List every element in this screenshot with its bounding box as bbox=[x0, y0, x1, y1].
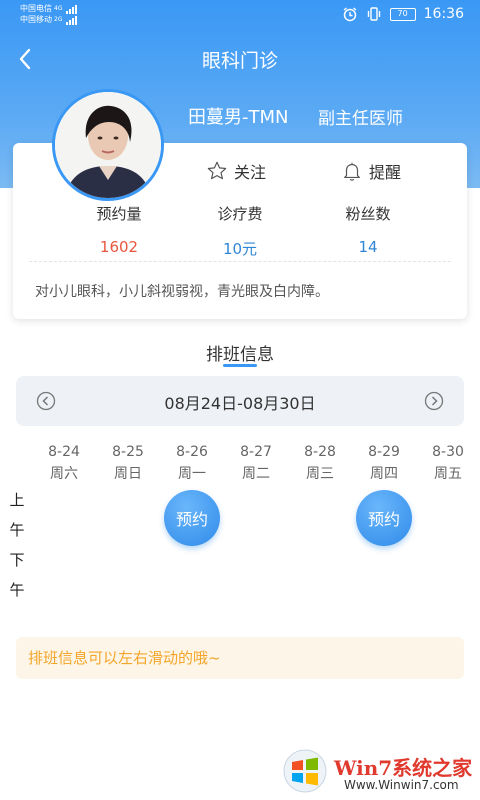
morning-label: 上 午 bbox=[8, 485, 26, 545]
stat-value: 1602 bbox=[99, 238, 139, 256]
week-selector: 08月24日-08月30日 bbox=[16, 376, 464, 426]
day-column-header: 8-26 周一 bbox=[167, 441, 217, 485]
stat-label: 粉丝数 bbox=[345, 205, 391, 223]
windows-logo-icon bbox=[283, 749, 327, 793]
day-column-header: 8-24 周六 bbox=[39, 441, 89, 485]
stat-label: 预约量 bbox=[96, 205, 142, 223]
network-type-2: 2G bbox=[54, 16, 63, 23]
carrier-1: 中国电信 bbox=[20, 4, 52, 13]
doctor-avatar bbox=[52, 89, 164, 201]
stat-value: 14 bbox=[358, 238, 378, 256]
stat-appointments: 预约量 1602 bbox=[64, 203, 174, 256]
day-column-header: 8-28 周三 bbox=[295, 441, 345, 485]
remind-button[interactable]: 提醒 bbox=[341, 159, 401, 183]
status-bar: 中国电信 4G 中国移动 2G 70 16:36 bbox=[0, 0, 480, 30]
page-title: 眼科门诊 bbox=[201, 50, 278, 72]
morning-char: 午 bbox=[9, 521, 25, 539]
site-watermark: Win7系统之家 Www.Winwin7.com bbox=[282, 746, 480, 800]
chevron-right-circle-icon bbox=[424, 391, 444, 411]
day-date: 8-27 bbox=[240, 444, 272, 460]
card-divider bbox=[29, 261, 451, 262]
alarm-icon bbox=[343, 7, 357, 22]
follow-button[interactable]: 关注 bbox=[206, 159, 266, 183]
day-weekday: 周一 bbox=[178, 466, 206, 482]
doctor-name: 田蔓男-TMN bbox=[188, 107, 289, 128]
day-date: 8-28 bbox=[304, 444, 336, 460]
next-week-button[interactable] bbox=[424, 391, 444, 415]
watermark-brand: Win7系统之家 bbox=[334, 756, 473, 780]
signal-1-icon bbox=[66, 3, 78, 14]
carrier-2: 中国移动 bbox=[20, 15, 52, 24]
carrier-info: 中国电信 4G 中国移动 2G bbox=[20, 3, 78, 25]
status-right: 70 16:36 bbox=[334, 6, 464, 22]
day-weekday: 周日 bbox=[114, 466, 142, 482]
watermark-url: Www.Winwin7.com bbox=[344, 778, 459, 792]
stat-fee: 诊疗费 10元 bbox=[185, 203, 295, 259]
vibrate-icon bbox=[367, 7, 380, 21]
day-date: 8-24 bbox=[48, 444, 80, 460]
week-range: 08月24日-08月30日 bbox=[164, 394, 316, 413]
bell-icon bbox=[344, 162, 360, 181]
day-weekday: 周三 bbox=[306, 466, 334, 482]
day-date: 8-26 bbox=[176, 444, 208, 460]
day-column-header: 8-29 周四 bbox=[359, 441, 409, 485]
day-weekday: 周六 bbox=[50, 466, 78, 482]
day-column-header: 8-30 周五 bbox=[423, 441, 473, 485]
status-time: 16:36 bbox=[423, 6, 464, 22]
day-date: 8-25 bbox=[112, 444, 144, 460]
afternoon-char: 下 bbox=[9, 551, 25, 569]
schedule-title-underline bbox=[223, 364, 257, 367]
morning-char: 上 bbox=[9, 491, 25, 509]
stat-value: 10元 bbox=[222, 240, 258, 258]
day-date: 8-29 bbox=[368, 444, 400, 460]
scroll-tip: 排班信息可以左右滑动的哦~ bbox=[16, 637, 464, 679]
star-icon bbox=[207, 161, 227, 180]
stat-label: 诊疗费 bbox=[217, 205, 263, 223]
battery-indicator: 70 bbox=[389, 7, 416, 21]
follow-label: 关注 bbox=[234, 163, 267, 182]
network-type-1: 4G bbox=[54, 5, 63, 12]
day-weekday: 周二 bbox=[242, 466, 270, 482]
day-column-header: 8-27 周二 bbox=[231, 441, 281, 485]
schedule-title: 排班信息 bbox=[206, 345, 274, 365]
afternoon-label: 下 午 bbox=[8, 545, 26, 605]
stat-fans: 粉丝数 14 bbox=[313, 203, 423, 256]
book-button-mon-morning[interactable]: 预约 bbox=[164, 490, 220, 546]
book-button-thu-morning[interactable]: 预约 bbox=[356, 490, 412, 546]
doctor-title: 副主任医师 bbox=[318, 109, 403, 129]
day-date: 8-30 bbox=[432, 444, 464, 460]
day-column-header: 8-25 周日 bbox=[103, 441, 153, 485]
afternoon-char: 午 bbox=[9, 581, 25, 599]
day-weekday: 周四 bbox=[370, 466, 398, 482]
signal-2-icon bbox=[66, 14, 78, 25]
doctor-photo-icon bbox=[55, 92, 161, 198]
doctor-intro: 对小儿眼科，小儿斜视弱视，青光眼及白内障。 bbox=[35, 284, 329, 300]
remind-label: 提醒 bbox=[369, 163, 402, 182]
day-weekday: 周五 bbox=[434, 466, 462, 482]
